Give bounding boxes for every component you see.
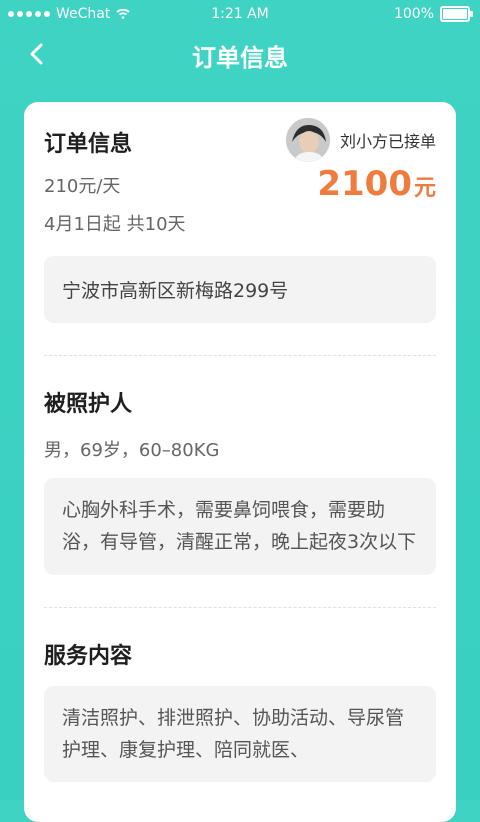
services-content: 清洁照护、排泄照护、协助活动、导尿管护理、康复护理、陪同就医、 xyxy=(44,685,436,783)
battery-fill xyxy=(443,9,467,19)
patient-section-title: 被照护人 xyxy=(44,392,133,417)
caretaker-info: 刘小方已接单 xyxy=(285,118,436,162)
avatar xyxy=(285,118,330,162)
battery-icon xyxy=(440,6,473,22)
divider xyxy=(44,355,436,356)
total-price-currency: 元 xyxy=(413,176,436,201)
page-title: 订单信息 xyxy=(192,44,288,72)
status-right: 100% xyxy=(393,6,473,22)
address-box: 宁波市高新区新梅路299号 xyxy=(44,256,436,323)
navigation-bar: 订单信息 xyxy=(0,28,480,80)
total-price-number: 2100 xyxy=(317,164,412,204)
total-price: 2100元 xyxy=(317,164,436,204)
order-header: 订单信息 刘小方已接单 xyxy=(44,102,436,166)
services-section-title: 服务内容 xyxy=(44,643,133,669)
patient-description: 心胸外科手术，需要鼻饲喂食，需要助浴，有导管，清醒正常，晚上起夜3次以下 xyxy=(44,478,436,575)
price-row: 210元/天 2100元 xyxy=(44,164,436,206)
status-bar: WeChat 1:21 AM 100% xyxy=(0,0,480,28)
order-card: 订单信息 刘小方已接单 210元/天 2100元 4月1日起 共10天 宁波市高… xyxy=(24,102,456,822)
battery-percentage: 100% xyxy=(393,6,434,22)
caretaker-status: 刘小方已接单 xyxy=(339,132,436,151)
order-section-title: 订单信息 xyxy=(44,132,133,157)
divider xyxy=(44,606,436,608)
date-range: 4月1日起 共10天 xyxy=(44,214,186,235)
unit-price: 210元/天 xyxy=(44,176,121,197)
address-text: 宁波市高新区新梅路299号 xyxy=(62,280,289,302)
patient-summary: 男，69岁，60–80KG xyxy=(44,440,220,461)
